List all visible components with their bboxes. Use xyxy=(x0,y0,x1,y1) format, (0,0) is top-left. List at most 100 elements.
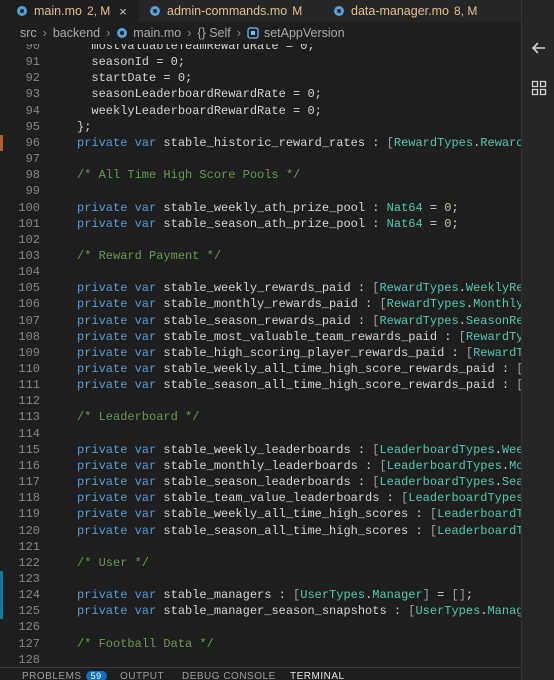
code-token: private var xyxy=(77,507,164,522)
back-arrow-icon[interactable] xyxy=(531,40,547,56)
code-line[interactable]: 106 private var stable_monthly_rewards_pa… xyxy=(0,296,521,312)
tab-problems[interactable]: PROBLEMS 59 xyxy=(22,671,107,680)
problems-count-badge: 59 xyxy=(85,671,107,680)
code-line[interactable]: 126 xyxy=(0,619,521,635)
code-editor[interactable]: 90 mostValuableTeamRewardRate = 0; 91 sea… xyxy=(0,44,521,667)
code-line[interactable]: 123 xyxy=(0,570,521,587)
tab-output[interactable]: OUTPUT xyxy=(120,671,164,680)
code-line[interactable]: 96 private var stable_historic_reward_rat… xyxy=(0,134,521,151)
tab-admin-commands-mo[interactable]: admin-commands.mo M xyxy=(139,0,327,22)
code-token: [ xyxy=(386,135,394,150)
line-number: 109 xyxy=(18,345,40,360)
breadcrumb: src › backend › main.mo › {} Self › setA… xyxy=(0,22,521,44)
code-line[interactable]: 107 private var stable_season_rewards_pai… xyxy=(0,313,521,329)
code-token: = xyxy=(429,588,452,603)
code-line[interactable]: 105 private var stable_weekly_rewards_pai… xyxy=(0,280,521,296)
tab-debug-console[interactable]: DEBUG CONSOLE xyxy=(182,671,276,680)
code-token: LeaderboardTypes xyxy=(437,523,521,538)
line-number: 114 xyxy=(18,426,40,441)
code-line[interactable]: 102 xyxy=(0,232,521,248)
code-line[interactable]: 116 private var stable_monthly_leaderboar… xyxy=(0,458,521,474)
code-line[interactable]: 119 private var stable_weekly_all_time_hi… xyxy=(0,506,521,522)
code-line[interactable]: 121 xyxy=(0,539,521,555)
code-text: private var stable_weekly_rewards_paid :… xyxy=(77,280,521,296)
code-line[interactable]: 122 /* User */ xyxy=(0,555,521,571)
code-line[interactable]: 101 private var stable_season_ath_prize_p… xyxy=(0,216,521,232)
breadcrumb-function[interactable]: setAppVersion xyxy=(264,26,345,40)
code-line[interactable]: 108 private var stable_most_valuable_team… xyxy=(0,329,521,345)
code-token: stable_weekly_all_time_high_scores : xyxy=(163,507,430,522)
code-token: stable_season_all_time_high_scores : xyxy=(163,523,430,538)
code-token: /* All Time High Score Pools */ xyxy=(77,168,301,183)
breadcrumb-src[interactable]: src xyxy=(20,26,37,40)
motoko-file-icon xyxy=(116,27,128,39)
code-line[interactable]: 120 private var stable_season_all_time_hi… xyxy=(0,523,521,539)
right-sidebar xyxy=(521,0,554,680)
code-line[interactable]: 117 private var stable_season_leaderboard… xyxy=(0,474,521,490)
code-text: /* All Time High Score Pools */ xyxy=(77,167,300,183)
code-line[interactable]: 98 /* All Time High Score Pools */ xyxy=(0,167,521,183)
tab-status: M xyxy=(292,4,303,18)
motoko-file-icon xyxy=(16,5,28,17)
code-text: startDate = 0; xyxy=(77,70,192,86)
code-token: LeaderboardTypes xyxy=(408,491,521,506)
line-number: 123 xyxy=(18,571,40,586)
code-line[interactable]: 111 private var stable_season_all_time_hi… xyxy=(0,377,521,393)
breadcrumb-file[interactable]: main.mo xyxy=(133,26,181,40)
code-line[interactable]: 103 /* Reward Payment */ xyxy=(0,248,521,264)
code-token: }; xyxy=(77,119,92,134)
code-text: mostValuableTeamRewardRate = 0; xyxy=(77,44,314,54)
code-line[interactable]: 128 xyxy=(0,652,521,667)
breadcrumb-scope[interactable]: {} Self xyxy=(197,26,230,40)
breadcrumb-backend[interactable]: backend xyxy=(53,26,100,40)
code-token: stable_weekly_leaderboards : xyxy=(163,442,373,457)
code-text: /* Leaderboard */ xyxy=(77,409,199,425)
code-line[interactable]: 109 private var stable_high_scoring_playe… xyxy=(0,345,521,361)
code-line[interactable]: 113 /* Leaderboard */ xyxy=(0,409,521,425)
code-line[interactable]: 99 xyxy=(0,183,521,199)
code-line[interactable]: 112 xyxy=(0,393,521,409)
tab-main-mo[interactable]: main.mo 2, M × xyxy=(0,0,139,22)
code-line[interactable]: 100 private var stable_weekly_ath_prize_p… xyxy=(0,200,521,216)
code-line[interactable]: 114 xyxy=(0,426,521,442)
code-token: RewardTypes xyxy=(465,329,521,344)
code-line[interactable]: 118 private var stable_team_value_leaderb… xyxy=(0,490,521,506)
code-line[interactable]: 95}; xyxy=(0,119,521,135)
code-line[interactable]: 125 private var stable_manager_season_sna… xyxy=(0,603,521,620)
code-token: . xyxy=(494,442,502,457)
code-token: WeeklyLea xyxy=(501,442,521,457)
line-number: 97 xyxy=(25,152,40,167)
line-number: 117 xyxy=(18,475,40,490)
code-line[interactable]: 93 seasonLeaderboardRewardRate = 0; xyxy=(0,86,521,102)
close-icon[interactable]: × xyxy=(119,4,127,19)
code-token: private var xyxy=(77,442,164,457)
code-token: RewardTypes xyxy=(379,313,459,328)
line-number: 120 xyxy=(18,523,40,538)
code-line[interactable]: 94 weeklyLeaderboardRewardRate = 0; xyxy=(0,103,521,119)
code-token: ; xyxy=(451,216,459,231)
code-token: stable_weekly_all_time_high_score_reward… xyxy=(163,362,517,376)
code-line[interactable]: 124 private var stable_managers : [UserTy… xyxy=(0,587,521,604)
code-text: private var stable_most_valuable_team_re… xyxy=(77,329,521,345)
extensions-grid-icon[interactable] xyxy=(531,80,547,96)
code-token: private var xyxy=(77,297,164,312)
line-number: 92 xyxy=(25,71,40,86)
code-token: ManagerSeas xyxy=(487,604,521,619)
code-token: LeaderboardTypes xyxy=(437,507,521,522)
code-line[interactable]: 92 startDate = 0; xyxy=(0,70,521,86)
tab-terminal[interactable]: TERMINAL xyxy=(290,671,345,680)
code-line[interactable]: 97 xyxy=(0,151,521,167)
line-number: 96 xyxy=(25,135,40,150)
code-token: startDate = 0; xyxy=(77,71,193,86)
chevron-right-icon: › xyxy=(106,26,111,40)
chevron-right-icon: › xyxy=(187,26,192,40)
code-line[interactable]: 127 /* Football Data */ xyxy=(0,636,521,652)
code-line[interactable]: 110 private var stable_weekly_all_time_hi… xyxy=(0,361,521,377)
code-line[interactable]: 91 seasonId = 0; xyxy=(0,54,521,70)
code-token: stable_high_scoring_player_rewards_paid … xyxy=(163,345,466,360)
code-line[interactable]: 104 xyxy=(0,264,521,280)
code-line[interactable]: 90 mostValuableTeamRewardRate = 0; xyxy=(0,44,521,54)
chevron-right-icon: › xyxy=(236,26,241,40)
tab-data-manager-mo[interactable]: data-manager.mo 8, M xyxy=(327,0,521,22)
code-line[interactable]: 115 private var stable_weekly_leaderboard… xyxy=(0,442,521,458)
